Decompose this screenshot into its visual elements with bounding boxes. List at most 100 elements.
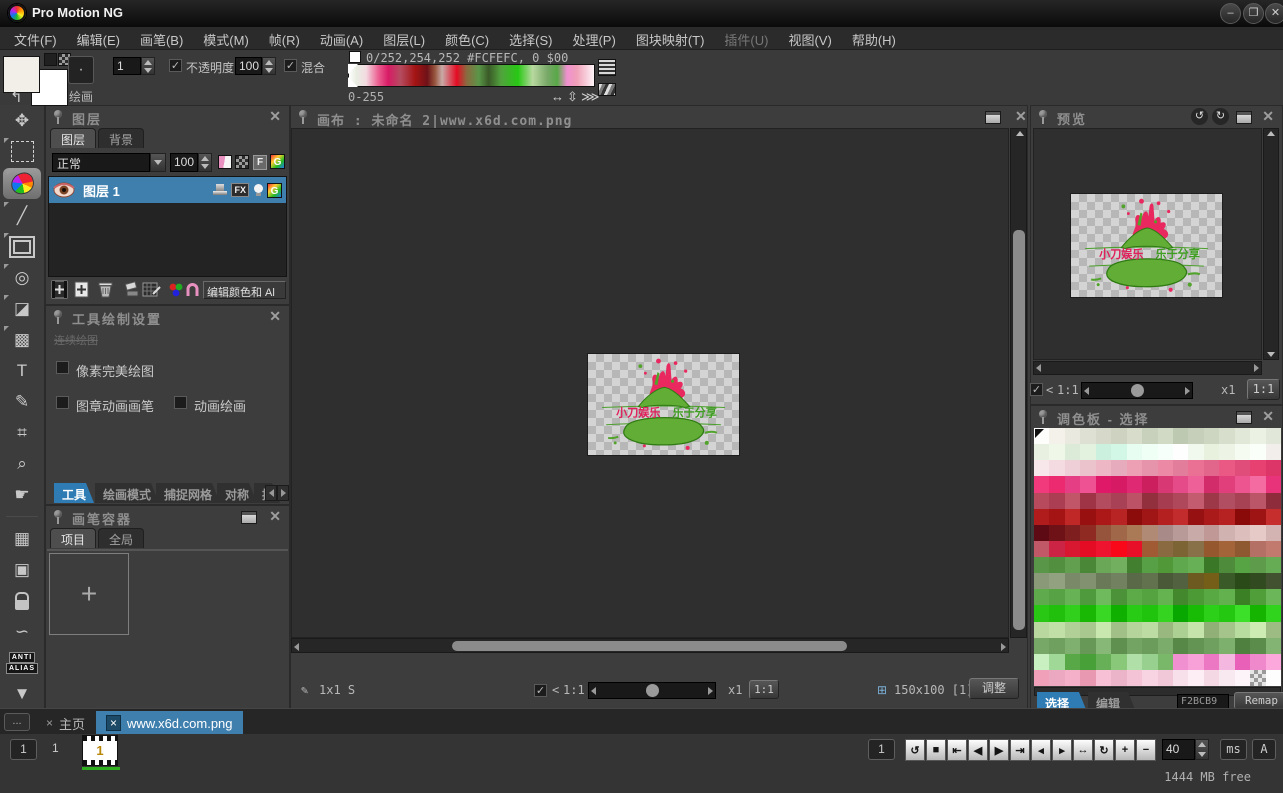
palette-swatch[interactable] <box>1096 509 1111 525</box>
palette-swatch[interactable] <box>1111 622 1126 638</box>
layer-opacity-input[interactable]: 100 <box>170 153 198 172</box>
palette-swatch[interactable] <box>1188 638 1203 654</box>
palette-swatch[interactable] <box>1034 444 1049 460</box>
palette-swatch[interactable] <box>1127 654 1142 670</box>
delete-layer-trash-icon[interactable] <box>96 280 115 299</box>
palette-swatch[interactable] <box>1250 670 1265 686</box>
close-icon[interactable]: ✕ <box>1262 109 1274 123</box>
palette-swatch[interactable] <box>1204 573 1219 589</box>
palette-swatch[interactable] <box>1219 444 1234 460</box>
palette-swatch[interactable] <box>1080 541 1095 557</box>
palette-swatch[interactable] <box>1188 509 1203 525</box>
palette-swatch[interactable] <box>1173 670 1188 686</box>
blend-checkbox[interactable]: ✓ <box>284 59 297 72</box>
palette-color-value-field[interactable]: F2BCB9 <box>1177 694 1229 709</box>
palette-swatch[interactable] <box>1034 654 1049 670</box>
rect-select-tool[interactable] <box>0 136 45 167</box>
palette-swatch[interactable] <box>1080 493 1095 509</box>
layer-effects-icon[interactable] <box>141 280 162 299</box>
palette-swatch[interactable] <box>1173 589 1188 605</box>
palette-swatch[interactable] <box>1266 476 1281 492</box>
layer-light-icon[interactable] <box>253 184 263 197</box>
pixel-perfect-checkbox[interactable] <box>56 361 69 374</box>
palette-swatch[interactable] <box>1111 525 1126 541</box>
palette-swatch[interactable] <box>1142 589 1157 605</box>
palette-swatch[interactable] <box>1096 444 1111 460</box>
palette-swatch[interactable] <box>1142 509 1157 525</box>
menu-item[interactable]: 图层(L) <box>373 27 435 52</box>
more-tools-button[interactable]: ▼ <box>0 678 45 709</box>
palette-swatch[interactable] <box>1142 638 1157 654</box>
palette-swatch[interactable] <box>1173 428 1188 444</box>
palette-swatch[interactable] <box>1034 460 1049 476</box>
play-backward-button[interactable]: ◀ <box>968 739 988 761</box>
palette-swatch[interactable] <box>1065 509 1080 525</box>
palette-swatch[interactable] <box>1127 460 1142 476</box>
brush-preview[interactable]: · <box>68 56 94 84</box>
palette-swatch[interactable] <box>1127 557 1142 573</box>
palette-swatch[interactable] <box>1235 541 1250 557</box>
palette-swatch[interactable] <box>1219 525 1234 541</box>
palette-swatch[interactable] <box>1188 428 1203 444</box>
brush-size-stepper[interactable] <box>141 57 155 75</box>
rgb-channels-icon[interactable] <box>168 282 184 297</box>
pin-icon[interactable] <box>1039 110 1047 118</box>
palette-swatch[interactable] <box>1142 444 1157 460</box>
palette-swatch[interactable] <box>1250 444 1265 460</box>
palette-swatch[interactable] <box>1049 670 1064 686</box>
menu-item[interactable]: 帮助(H) <box>842 27 906 52</box>
paint-brush-tool[interactable] <box>3 168 41 199</box>
palette-swatch[interactable] <box>1111 460 1126 476</box>
right-frame-field[interactable]: 1 <box>868 739 895 760</box>
palette-swatch[interactable] <box>1266 557 1281 573</box>
palette-swatch[interactable] <box>1111 541 1126 557</box>
maximize-button[interactable]: ❐ <box>1243 3 1264 24</box>
tab-paint-mode[interactable]: 绘画模式 <box>95 483 159 503</box>
palette-swatch[interactable] <box>1204 589 1219 605</box>
menu-item[interactable]: 画笔(B) <box>130 27 193 52</box>
palette-swatch[interactable] <box>1142 654 1157 670</box>
range-shift-icon[interactable]: ⋙ <box>581 89 600 105</box>
palette-swatch[interactable] <box>1266 622 1281 638</box>
zoom-lock-checkbox[interactable]: ✓ <box>534 684 547 697</box>
loop-play-button[interactable]: ↺ <box>905 739 925 761</box>
grid-toggle-tool[interactable]: ▦ <box>0 523 45 554</box>
palette-swatch[interactable] <box>1204 622 1219 638</box>
tab-snap-grid[interactable]: 捕捉网格 <box>156 483 220 503</box>
tab-symmetry[interactable]: 对称 <box>217 483 257 503</box>
palette-swatch[interactable] <box>1188 493 1203 509</box>
palette-swatch[interactable] <box>1173 654 1188 670</box>
palette-swatch[interactable] <box>1127 493 1142 509</box>
palette-swatch[interactable] <box>1096 460 1111 476</box>
frame-delay-stepper[interactable] <box>1195 739 1209 760</box>
palette-swatch[interactable] <box>1080 605 1095 621</box>
palette-swatch[interactable] <box>1096 525 1111 541</box>
menu-item[interactable]: 动画(A) <box>310 27 373 52</box>
palette-swatch[interactable] <box>1096 589 1111 605</box>
auto-button[interactable]: A <box>1252 739 1276 760</box>
palette-swatch[interactable] <box>1204 557 1219 573</box>
palette-list-icon[interactable] <box>598 59 616 76</box>
palette-swatch[interactable] <box>1049 525 1064 541</box>
pin-icon[interactable] <box>54 510 62 518</box>
menu-item[interactable]: 帧(R) <box>259 27 310 52</box>
palette-swatch[interactable] <box>1173 525 1188 541</box>
palette-swatch[interactable] <box>1096 476 1111 492</box>
palette-swatch[interactable] <box>1111 428 1126 444</box>
palette-swatch[interactable] <box>1127 638 1142 654</box>
palette-swatch[interactable] <box>1266 460 1281 476</box>
palette-swatch[interactable] <box>1111 444 1126 460</box>
palette-swatch[interactable] <box>1065 476 1080 492</box>
palette-swatch[interactable] <box>1235 605 1250 621</box>
canvas-viewport[interactable]: 小刀娱乐 乐于分享 <box>291 128 1009 638</box>
panel-menu-icon[interactable] <box>985 111 1001 124</box>
palette-swatch[interactable] <box>1080 589 1095 605</box>
palette-swatch[interactable] <box>1049 476 1064 492</box>
palette-swatch[interactable] <box>1158 460 1173 476</box>
palette-swatch[interactable] <box>1049 589 1064 605</box>
palette-swatch[interactable] <box>1080 525 1095 541</box>
palette-swatch[interactable] <box>1034 525 1049 541</box>
palette-swatch[interactable] <box>1034 589 1049 605</box>
palette-swatch[interactable] <box>1173 638 1188 654</box>
palette-swatch[interactable] <box>1142 573 1157 589</box>
